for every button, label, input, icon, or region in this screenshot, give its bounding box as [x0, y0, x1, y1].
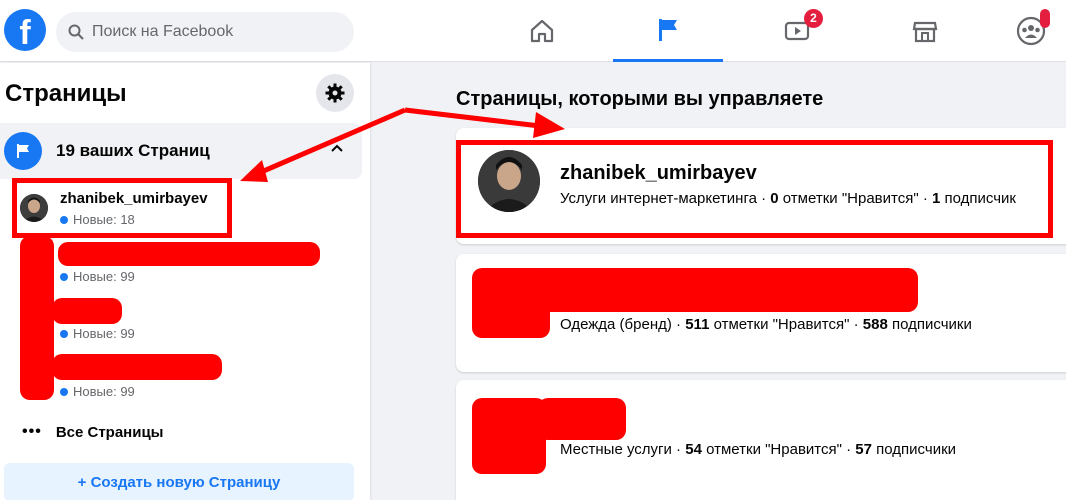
arrow-line — [404, 107, 541, 129]
annotation-arrows — [240, 107, 565, 182]
arrow-line — [251, 107, 406, 179]
arrow-head — [533, 112, 565, 138]
arrow-head — [240, 160, 268, 182]
